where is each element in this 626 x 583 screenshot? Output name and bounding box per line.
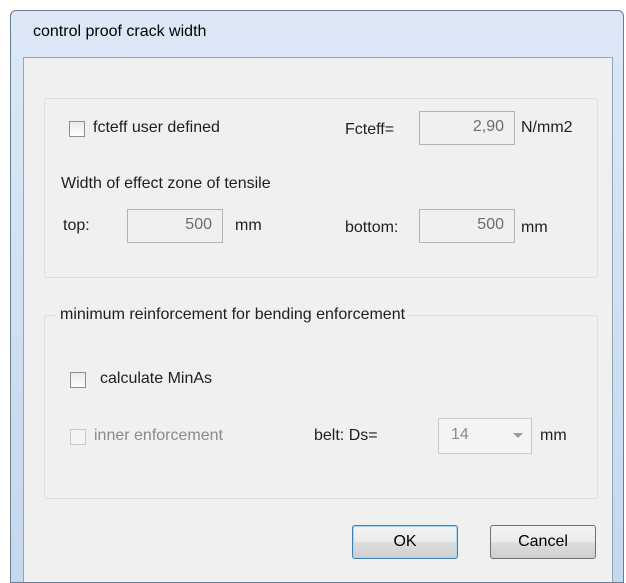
fcteff-user-defined-label[interactable]: fcteff user defined [93,119,220,137]
dialog-window: control proof crack width fcteff user de… [10,10,624,583]
fcteff-unit: N/mm2 [521,119,573,136]
chevron-down-icon[interactable] [513,433,523,438]
top-width-input[interactable]: 500 [127,209,223,243]
top-unit: mm [235,217,262,234]
calculate-minas-label[interactable]: calculate MinAs [100,370,212,388]
bottom-unit: mm [521,219,548,236]
window-title: control proof crack width [33,23,207,40]
title-bar[interactable]: control proof crack width [11,11,623,57]
dialog-body: fcteff user defined Fcteff= 2,90 N/mm2 W… [23,57,613,582]
ok-button[interactable]: OK [352,525,458,559]
belt-ds-value: 14 [451,426,469,443]
width-effect-zone-heading: Width of effect zone of tensile [61,175,271,192]
bottom-width-input[interactable]: 500 [419,209,515,243]
belt-ds-label: belt: Ds= [314,427,378,444]
minimum-reinforcement-heading: minimum reinforcement for bending enforc… [56,306,410,324]
minimum-reinforcement-group [44,315,598,499]
calculate-minas-checkbox[interactable] [70,372,86,388]
inner-enforcement-label[interactable]: inner enforcement [94,427,223,445]
fcteff-label: Fcteff= [345,121,395,138]
bottom-label: bottom: [345,219,399,236]
fcteff-input[interactable]: 2,90 [419,111,515,145]
cancel-button[interactable]: Cancel [490,525,596,559]
top-label: top: [63,217,90,234]
belt-ds-select[interactable]: 14 [438,418,532,454]
belt-ds-unit: mm [540,427,567,444]
inner-enforcement-checkbox[interactable] [70,429,86,445]
fcteff-user-defined-checkbox[interactable] [69,121,85,137]
crack-width-group: fcteff user defined Fcteff= 2,90 N/mm2 W… [44,98,598,278]
